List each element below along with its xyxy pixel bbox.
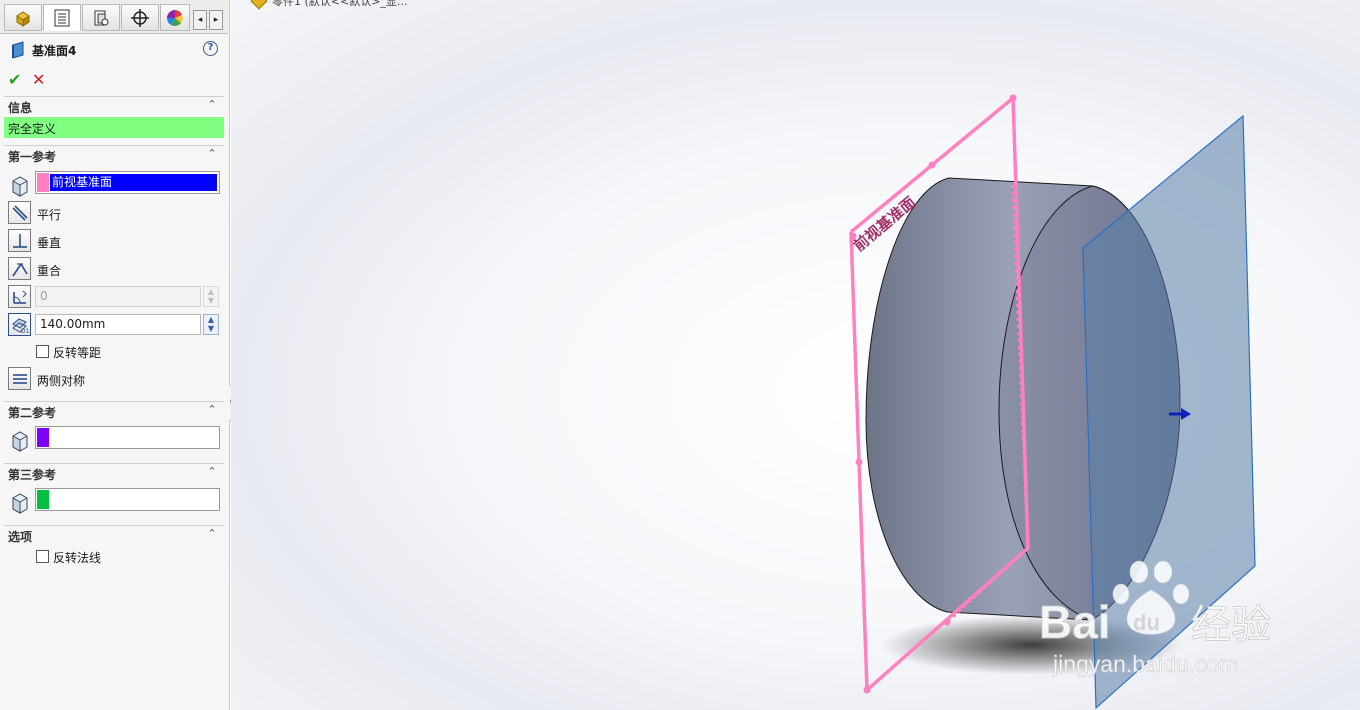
help-icon[interactable]: ? [203, 41, 218, 56]
property-manager-panel: ◂ ▸ 基准面4 ? ✔ ✕ 信息 ⌃ 完全定义 第一参考 ⌃ 前视基准面 平行… [0, 0, 230, 710]
reference-face-icon [12, 176, 28, 197]
reference-face-icon [12, 493, 28, 514]
selection-color-swatch [37, 490, 49, 509]
watermark-brand-suffix: du [1133, 610, 1160, 635]
tab-featuremanager[interactable] [4, 4, 42, 31]
chevron-up-icon[interactable]: ⌃ [206, 528, 218, 540]
perpendicular-button[interactable] [8, 229, 31, 252]
group-header-options[interactable]: 选项 ⌃ [4, 525, 224, 544]
mid-plane-icon [12, 373, 27, 384]
offset-distance-button[interactable]: D1 [8, 313, 31, 336]
coincident-icon [11, 262, 28, 276]
first-reference-field[interactable]: 前视基准面 [35, 171, 220, 194]
feature-title-row: 基准面4 ? [8, 40, 222, 60]
group-title: 信息 [8, 101, 33, 115]
angle-input[interactable]: 0 [35, 286, 201, 307]
coincident-button[interactable] [8, 257, 31, 280]
part-feature-icon [16, 10, 30, 27]
property-list-icon [54, 9, 70, 26]
group-title: 选项 [8, 530, 33, 544]
angle-button[interactable] [8, 285, 31, 308]
chevron-up-icon[interactable]: ⌃ [206, 99, 218, 111]
first-reference-value: 前视基准面 [50, 174, 217, 191]
offset-distance-input[interactable]: 140.00mm [35, 314, 201, 335]
offset-distance-icon: D1 [11, 317, 29, 334]
mid-plane-label: 两侧对称 [37, 374, 86, 388]
flip-normal-label: 反转法线 [53, 551, 102, 565]
offset-distance-spinner[interactable]: ▲ ▼ [203, 314, 219, 335]
crosshair-icon [131, 8, 149, 27]
ok-cancel-row: ✔ ✕ [8, 71, 68, 89]
plane-handle[interactable] [863, 686, 871, 694]
parallel-button[interactable] [8, 201, 31, 224]
reference-face-icon [12, 431, 28, 452]
group-header-third-reference[interactable]: 第三参考 ⌃ [4, 463, 224, 482]
group-title: 第三参考 [8, 468, 57, 482]
selection-color-swatch [37, 173, 49, 192]
perpendicular-icon [12, 233, 27, 248]
coincident-label: 重合 [37, 264, 62, 278]
tab-scroll-right-button[interactable]: ▸ [209, 10, 223, 30]
chevron-up-icon[interactable]: ⌃ [206, 148, 218, 160]
flip-offset-label: 反转等距 [53, 346, 102, 360]
mid-plane-button[interactable] [8, 367, 31, 390]
group-header-second-reference[interactable]: 第二参考 ⌃ [4, 401, 224, 420]
watermark-cn: 经验 [1191, 602, 1271, 648]
graphics-viewport[interactable]: 零件1 (默认<<默认>_显... 前视基准面 Bai du 经验 jingya… [231, 0, 1360, 710]
feature-title: 基准面4 [32, 44, 77, 58]
group-title: 第一参考 [8, 150, 57, 164]
ok-button[interactable]: ✔ [8, 71, 26, 89]
spin-up-icon[interactable]: ▲ [204, 287, 218, 296]
spin-down-icon[interactable]: ▼ [204, 324, 218, 333]
flip-normal-checkbox[interactable] [36, 550, 49, 563]
plane-handle[interactable] [1009, 94, 1017, 102]
tab-display[interactable] [160, 4, 190, 31]
plane-icon [12, 41, 24, 59]
plane-handle[interactable] [855, 458, 863, 466]
tab-dimxpert[interactable] [121, 4, 159, 31]
group-title: 第二参考 [8, 406, 57, 420]
group-header-first-reference[interactable]: 第一参考 ⌃ [4, 145, 224, 164]
angle-icon [12, 290, 27, 304]
second-reference-field[interactable] [35, 426, 220, 449]
watermark-url: jingyan.baidu.com [1052, 651, 1238, 677]
status-message: 完全定义 [4, 117, 224, 138]
selection-color-swatch [37, 428, 49, 447]
baidu-jingyan-watermark: Bai du 经验 jingyan.baidu.com [1041, 560, 1271, 677]
angle-spinner[interactable]: ▲ ▼ [203, 286, 219, 307]
parallel-icon [11, 204, 28, 221]
plane-handle[interactable] [928, 161, 936, 169]
plane-handle[interactable] [943, 618, 951, 626]
tab-scroll-left-button[interactable]: ◂ [193, 10, 207, 30]
chevron-up-icon[interactable]: ⌃ [206, 404, 218, 416]
watermark-brand: Bai [1041, 596, 1111, 648]
config-icon [94, 10, 109, 25]
group-header-info[interactable]: 信息 ⌃ [4, 96, 224, 115]
cancel-button[interactable]: ✕ [32, 71, 50, 89]
color-wheel-icon [166, 9, 183, 26]
perpendicular-label: 垂直 [37, 236, 62, 250]
tab-propertymanager[interactable] [43, 4, 81, 31]
parallel-label: 平行 [37, 208, 62, 222]
flip-offset-checkbox[interactable] [36, 345, 49, 358]
chevron-up-icon[interactable]: ⌃ [206, 466, 218, 478]
spin-up-icon[interactable]: ▲ [204, 315, 218, 324]
spin-down-icon[interactable]: ▼ [204, 296, 218, 305]
svg-text:D1: D1 [21, 328, 29, 334]
manager-tab-bar: ◂ ▸ [0, 0, 228, 34]
third-reference-field[interactable] [35, 488, 220, 511]
tab-configurationmanager[interactable] [82, 4, 120, 31]
